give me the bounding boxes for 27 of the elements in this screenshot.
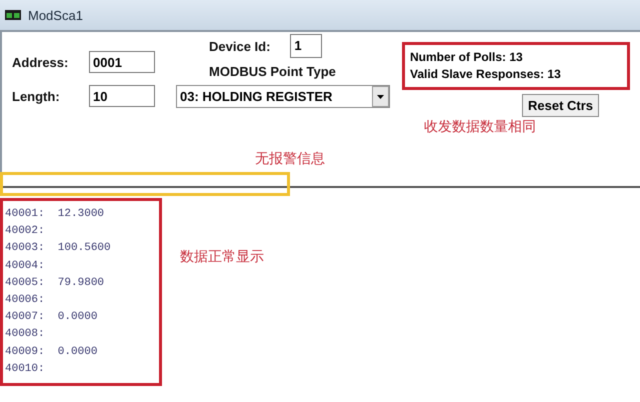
point-type-label: MODBUS Point Type: [208, 64, 337, 79]
window-title: ModSca1: [28, 8, 83, 22]
window-icon: [4, 10, 22, 20]
register-row-text: 40006:: [5, 293, 46, 308]
annotation-text: 收发数据数量相同: [424, 118, 536, 136]
annotation-text: 数据正常显示: [180, 248, 264, 266]
register-row-text: 40005: 79.9800: [5, 276, 106, 291]
reset-counters-button[interactable]: Reset Ctrs: [522, 94, 600, 117]
register-row-text: 40001: 12.3000: [5, 207, 106, 222]
address-field[interactable]: 0001: [89, 51, 155, 73]
register-row-text: 40010:: [5, 362, 46, 377]
address-label: Address:: [12, 54, 70, 70]
counter-text: Valid Slave Responses: 13: [410, 66, 562, 83]
register-row-text: 40007: 0.0000: [5, 310, 98, 326]
register-row-text: 40002:: [5, 224, 46, 240]
point-type-dropdown[interactable]: 03: HOLDING REGISTER: [176, 85, 390, 108]
register-row-text: 40003: 100.5600: [5, 241, 112, 256]
dropdown-caret-icon: [372, 86, 389, 107]
length-label: Length:: [12, 88, 61, 104]
device-id-label: Device Id:: [209, 38, 270, 54]
length-field[interactable]: 10: [89, 85, 155, 107]
counter-text: Number of Polls: 13: [410, 49, 524, 66]
annotation-text: 无报警信息: [255, 150, 325, 168]
device-id-field[interactable]: 1: [290, 34, 322, 58]
register-row-text: 40008:: [5, 327, 46, 342]
register-row-text: 40009: 0.0000: [5, 344, 98, 360]
register-row-text: 40004:: [5, 258, 46, 274]
